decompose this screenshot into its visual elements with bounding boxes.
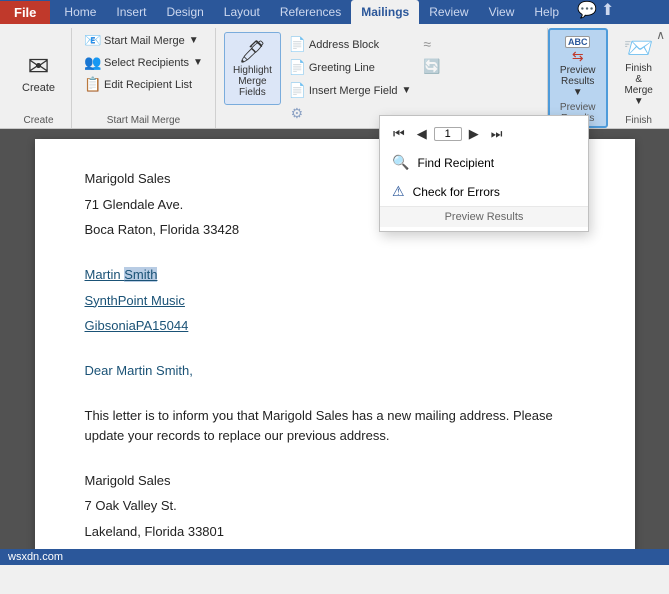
ribbon-group-write-insert: 🖊 Highlight Merge Fields 📄 Address Block… xyxy=(216,28,548,128)
tab-view[interactable]: View xyxy=(479,0,525,24)
ribbon: File Home Insert Design Layout Reference… xyxy=(0,0,669,129)
ribbon-group-create-buttons: ✉ Create xyxy=(14,30,63,115)
abc-badge: ABC xyxy=(565,36,591,48)
match-fields-button[interactable]: ≈ xyxy=(419,34,444,54)
highlight-merge-fields-button[interactable]: 🖊 Highlight Merge Fields xyxy=(224,32,281,105)
collapse-ribbon-button[interactable]: ∧ xyxy=(656,28,665,42)
recipient-name: Martin Smith xyxy=(85,265,585,285)
envelope-icon: ✉ xyxy=(28,51,50,82)
start-merge-dropdown-icon: ▼ xyxy=(189,35,199,46)
find-recipient-icon: 🔍 xyxy=(392,154,409,171)
status-left: wsxdn.com xyxy=(8,551,63,563)
greeting-line-button[interactable]: 📄 Greeting Line xyxy=(285,57,416,78)
dropdown-nav-row: ⏮ ◀ ▶ ⏭ xyxy=(380,120,588,148)
tab-mailings[interactable]: Mailings xyxy=(351,0,419,24)
preview-results-button[interactable]: ABC ⇆ Preview Results ▼ xyxy=(556,32,600,102)
finish-merge-button[interactable]: 📨 Finish & Merge ▼ xyxy=(616,30,662,111)
create-label: Create xyxy=(22,82,55,94)
start-mail-merge-label: Start Mail Merge xyxy=(104,35,185,47)
recipient-company: SynthPoint Music xyxy=(85,291,585,311)
start-mail-merge-group-label: Start Mail Merge xyxy=(107,115,180,128)
new-addr-label: Marigold Sales xyxy=(85,471,585,491)
finish-dropdown-icon: ▼ xyxy=(634,96,644,107)
greeting-line-icon: 📄 xyxy=(289,59,305,76)
ribbon-group-preview: ABC ⇆ Preview Results ▼ Preview Results xyxy=(548,28,608,128)
ribbon-tabs: Home Insert Design Layout References Mai… xyxy=(50,0,614,24)
select-recipients-label: Select Recipients xyxy=(104,57,189,69)
start-merge-icon: 📧 xyxy=(84,32,100,49)
update-labels-button[interactable]: 🔄 xyxy=(419,56,444,77)
share-icon[interactable]: ⬆ xyxy=(601,0,614,20)
preview-results-label: Preview Results xyxy=(560,65,596,87)
comment-icon[interactable]: 💬 xyxy=(577,0,597,20)
dropdown-next-button[interactable]: ▶ xyxy=(464,124,484,144)
tab-insert[interactable]: Insert xyxy=(106,0,156,24)
check-errors-item[interactable]: ⚠ Check for Errors xyxy=(380,177,588,206)
check-errors-label: Check for Errors xyxy=(413,185,500,199)
find-recipient-label: Find Recipient xyxy=(417,156,494,170)
create-button[interactable]: ✉ Create xyxy=(14,47,63,98)
highlight-merge-fields-label: Highlight Merge Fields xyxy=(233,65,272,98)
body-text-1: This letter is to inform you that Marigo… xyxy=(85,406,585,445)
edit-recipient-list-button[interactable]: 📋 Edit Recipient List xyxy=(80,74,207,95)
ribbon-group-start-mail-merge: 📧 Start Mail Merge ▼ 👥 Select Recipients… xyxy=(72,28,216,128)
greeting-line-label: Greeting Line xyxy=(309,62,375,74)
tab-home[interactable]: Home xyxy=(54,0,106,24)
insert-merge-dropdown-icon: ▼ xyxy=(402,85,412,96)
address-block-icon: 📄 xyxy=(289,36,305,53)
recipient-name-highlighted: Smith xyxy=(124,267,157,282)
ribbon-content: ✉ Create Create 📧 Start Mail Merge ▼ 👥 S… xyxy=(0,24,669,129)
ribbon-group-create: ✉ Create Create xyxy=(6,28,72,128)
create-group-label: Create xyxy=(24,115,54,128)
dropdown-section-label: Preview Results xyxy=(380,206,588,227)
new-addr-1: 7 Oak Valley St. xyxy=(85,496,585,516)
check-errors-icon: ⚠ xyxy=(392,183,405,200)
tab-layout[interactable]: Layout xyxy=(214,0,270,24)
dropdown-page-input[interactable] xyxy=(434,127,462,141)
tab-help[interactable]: Help xyxy=(524,0,569,24)
finish-icon: 📨 xyxy=(624,34,654,63)
recipient-city: GibsoniaPA15044 xyxy=(85,316,585,336)
preview-dropdown-icon: ▼ xyxy=(573,87,583,98)
insert-merge-field-button[interactable]: 📄 Insert Merge Field ▼ xyxy=(285,80,416,101)
address-block-label: Address Block xyxy=(309,39,379,51)
select-recipients-button[interactable]: 👥 Select Recipients ▼ xyxy=(80,52,207,73)
greeting-text: Dear Martin Smith, xyxy=(85,361,585,381)
insert-merge-field-label: Insert Merge Field xyxy=(309,85,398,97)
address-block-button[interactable]: 📄 Address Block xyxy=(285,34,416,55)
start-mail-merge-buttons: 📧 Start Mail Merge ▼ 👥 Select Recipients… xyxy=(80,30,207,95)
dropdown-prev-button[interactable]: ◀ xyxy=(412,124,432,144)
tab-design[interactable]: Design xyxy=(156,0,213,24)
tab-review[interactable]: Review xyxy=(419,0,478,24)
preview-arrows-icon: ⇆ xyxy=(572,48,584,65)
rules-icon: ⚙ xyxy=(289,105,305,122)
find-recipient-item[interactable]: 🔍 Find Recipient xyxy=(380,148,588,177)
highlight-icon: 🖊 xyxy=(238,39,266,65)
status-bar: wsxdn.com xyxy=(0,549,669,565)
dropdown-first-button[interactable]: ⏮ xyxy=(388,124,410,144)
edit-recipient-list-label: Edit Recipient List xyxy=(104,79,192,91)
finish-group-label: Finish xyxy=(625,115,652,128)
ribbon-group-finish: 📨 Finish & Merge ▼ Finish xyxy=(608,28,669,128)
new-city: Lakeland, Florida 33801 xyxy=(85,522,585,542)
insert-merge-icon: 📄 xyxy=(289,82,305,99)
recipients-dropdown-icon: ▼ xyxy=(193,57,203,68)
edit-list-icon: 📋 xyxy=(84,76,100,93)
start-mail-merge-button[interactable]: 📧 Start Mail Merge ▼ xyxy=(80,30,207,51)
recipient-name-link: Martin xyxy=(85,267,125,282)
select-recipients-icon: 👥 xyxy=(84,54,100,71)
dropdown-last-button[interactable]: ⏭ xyxy=(486,124,508,144)
finish-merge-label: Finish & Merge xyxy=(624,63,654,96)
file-tab[interactable]: File xyxy=(0,1,50,24)
tab-references[interactable]: References xyxy=(270,0,351,24)
preview-results-dropdown: ⏮ ◀ ▶ ⏭ 🔍 Find Recipient ⚠ Check for Err… xyxy=(379,115,589,232)
